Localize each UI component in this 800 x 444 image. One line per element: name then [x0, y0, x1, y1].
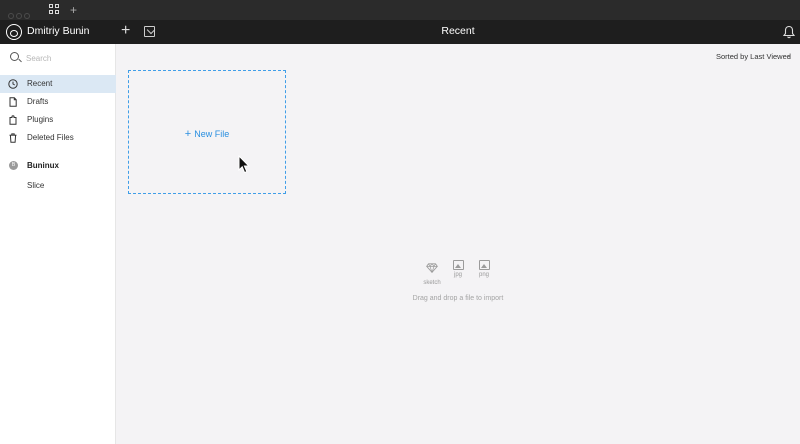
window-title-bar: +	[0, 0, 800, 20]
image-icon	[452, 260, 464, 270]
sidebar: Recent Drafts Plugins Deleted Files B Bu…	[0, 44, 116, 444]
sidebar-item-label: Drafts	[27, 97, 49, 106]
drop-hint: Drag and drop a file to import	[412, 295, 504, 302]
new-file-label: New File	[194, 129, 230, 139]
sidebar-item-deleted-files[interactable]: Deleted Files	[0, 129, 116, 147]
file-type-label: png	[478, 272, 489, 278]
new-tab-icon[interactable]: +	[70, 2, 77, 18]
sort-dropdown[interactable]: Sorted by Last Viewed	[716, 52, 791, 61]
chevron-down-icon[interactable]: ⌄	[786, 51, 792, 59]
file-type-label: sketch	[423, 280, 441, 286]
bell-icon[interactable]	[783, 25, 795, 39]
window-controls[interactable]	[8, 6, 34, 19]
trash-icon	[9, 133, 17, 143]
page-title: Recent	[441, 25, 475, 37]
supported-file-types: sketch jpg png	[421, 260, 495, 286]
file-type-png: png	[473, 260, 495, 278]
document-icon	[9, 97, 17, 107]
sidebar-item-label: Recent	[27, 79, 53, 88]
image-icon	[478, 260, 490, 270]
grid-icon[interactable]	[49, 4, 61, 16]
plus-icon: +	[184, 128, 192, 140]
search-icon	[10, 52, 19, 61]
file-type-jpg: jpg	[447, 260, 469, 278]
sidebar-item-plugins[interactable]: Plugins	[0, 111, 116, 129]
file-type-label: jpg	[453, 272, 462, 278]
search-input[interactable]	[26, 51, 106, 65]
sidebar-item-label: Plugins	[27, 115, 54, 124]
search-row	[0, 49, 116, 65]
sidebar-item-drafts[interactable]: Drafts	[0, 93, 116, 111]
sidebar-item-label: Deleted Files	[27, 133, 74, 142]
sidebar-project-slice[interactable]: Slice	[27, 181, 44, 190]
team-avatar[interactable]: B	[9, 161, 18, 170]
new-file-button[interactable]: + New File	[129, 128, 285, 140]
mouse-cursor-icon	[238, 155, 250, 174]
top-toolbar: Dmitriy Bunin ⌄ + Recent	[0, 20, 800, 44]
team-name[interactable]: Buninux	[27, 161, 59, 170]
diamond-icon	[426, 263, 438, 274]
plugin-icon	[9, 115, 17, 125]
clock-icon	[8, 79, 18, 89]
file-type-sketch: sketch	[421, 260, 443, 286]
sidebar-item-recent[interactable]: Recent	[0, 75, 116, 93]
new-file-card[interactable]: + New File	[128, 70, 286, 194]
